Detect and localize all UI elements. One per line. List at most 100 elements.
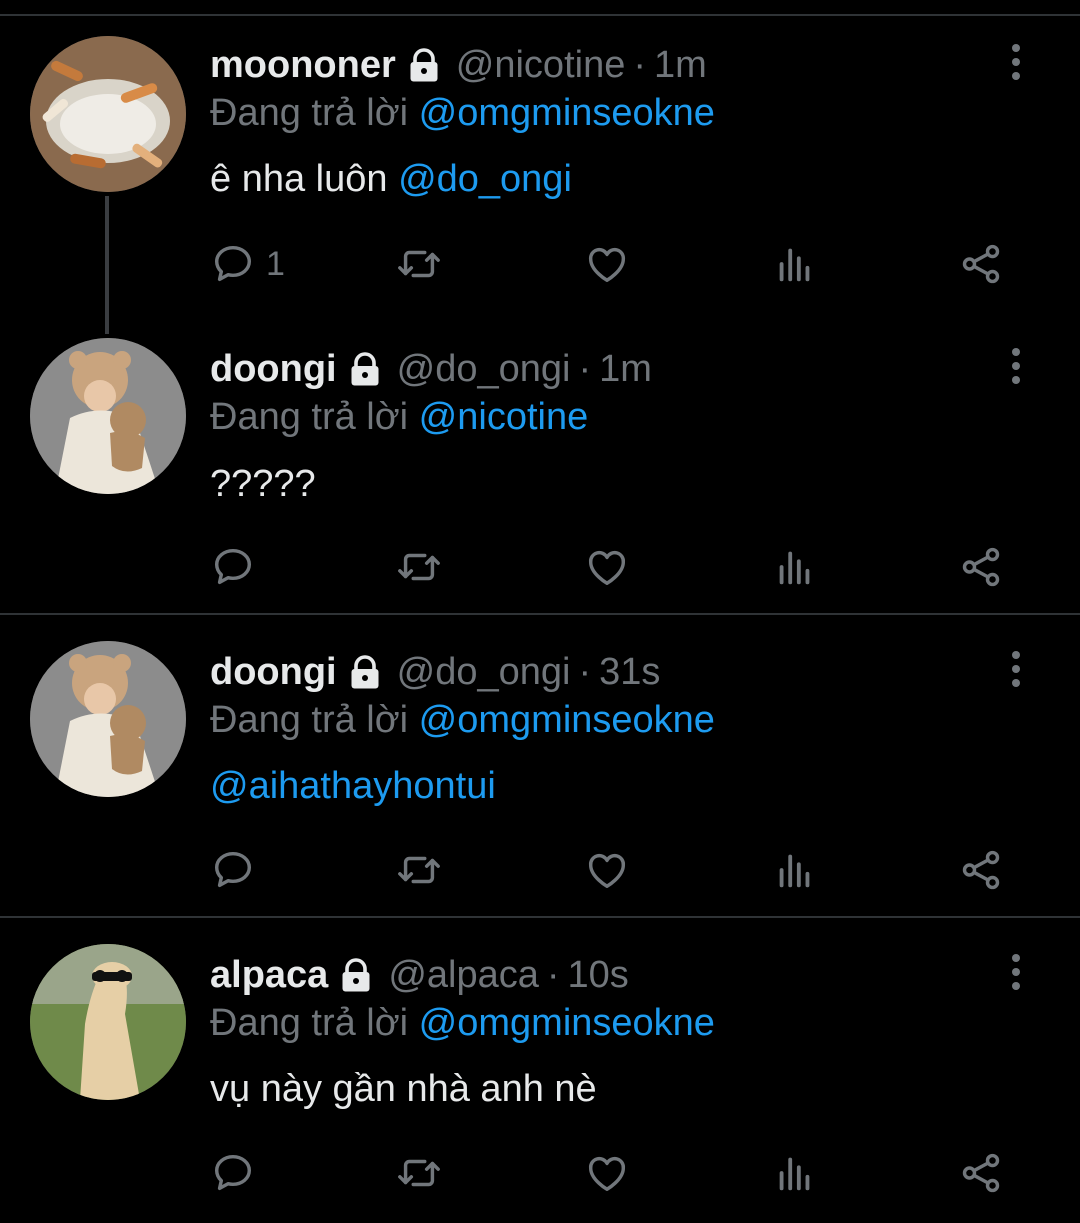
replying-prefix: Đang trả lời bbox=[210, 92, 409, 134]
reply-button[interactable] bbox=[210, 1148, 256, 1198]
like-button[interactable] bbox=[584, 1148, 630, 1198]
retweet-icon bbox=[398, 553, 440, 581]
tweet-text: vụ này gần nhà anh nè bbox=[210, 1068, 597, 1111]
user-handle[interactable]: @nicotine bbox=[456, 44, 626, 87]
retweet-icon bbox=[398, 856, 440, 884]
timestamp[interactable]: 1m bbox=[599, 348, 652, 391]
avatar[interactable] bbox=[30, 641, 186, 797]
display-name[interactable]: moononer bbox=[210, 44, 396, 87]
retweet-button[interactable] bbox=[396, 239, 442, 289]
avatar-image bbox=[30, 641, 186, 797]
views-icon bbox=[779, 248, 810, 282]
reply-icon bbox=[214, 548, 252, 585]
tweet-text-mention[interactable]: @do_ongi bbox=[398, 158, 572, 200]
share-button[interactable] bbox=[958, 542, 1004, 592]
separator-dot: · bbox=[578, 347, 592, 390]
action-bar bbox=[210, 845, 1030, 895]
tweet-text-mention[interactable]: @aihathayhontui bbox=[210, 765, 496, 807]
tweet-header: alpaca @alpaca · 10s bbox=[210, 947, 629, 1003]
action-bar bbox=[210, 1148, 1030, 1198]
separator-dot: · bbox=[633, 43, 646, 86]
reply-button[interactable] bbox=[210, 542, 256, 592]
avatar-image bbox=[30, 944, 186, 1100]
like-icon bbox=[588, 550, 626, 586]
user-handle[interactable]: @do_ongi bbox=[397, 348, 571, 391]
tweet-text: @aihathayhontui bbox=[210, 765, 496, 808]
views-icon bbox=[779, 1157, 810, 1191]
like-icon bbox=[588, 1156, 626, 1192]
avatar-image bbox=[30, 338, 186, 494]
share-button[interactable] bbox=[958, 845, 1004, 895]
tweet-text-content: ????? bbox=[210, 463, 316, 505]
display-name[interactable]: alpaca bbox=[210, 954, 328, 997]
more-icon[interactable] bbox=[996, 641, 1036, 697]
share-icon bbox=[962, 1153, 1000, 1193]
views-icon bbox=[779, 551, 810, 585]
retweet-icon bbox=[398, 1159, 440, 1187]
reply-count: 1 bbox=[266, 244, 285, 283]
share-button[interactable] bbox=[958, 239, 1004, 289]
tweet-text: ê nha luôn @do_ongi bbox=[210, 158, 572, 201]
retweet-button[interactable] bbox=[396, 1148, 442, 1198]
replying-to: Đang trả lời @omgminseokne bbox=[210, 699, 715, 742]
retweet-icon bbox=[398, 250, 440, 278]
lock-icon bbox=[410, 48, 438, 82]
tweet-text: ????? bbox=[210, 463, 316, 506]
avatar[interactable] bbox=[30, 338, 186, 494]
display-name[interactable]: doongi bbox=[210, 651, 337, 694]
replying-to-mention[interactable]: @omgminseokne bbox=[419, 92, 715, 134]
replying-to-mention[interactable]: @omgminseokne bbox=[419, 699, 715, 741]
share-icon bbox=[962, 850, 1000, 890]
more-icon[interactable] bbox=[996, 34, 1036, 90]
tweet-header: doongi @do_ongi · 31s bbox=[210, 644, 660, 700]
tweet-header: moononer @nicotine · 1m bbox=[210, 37, 707, 93]
like-button[interactable] bbox=[584, 845, 630, 895]
action-bar: 1 bbox=[210, 239, 1030, 289]
user-handle[interactable]: @alpaca bbox=[388, 954, 539, 997]
tweet-divider bbox=[0, 613, 1080, 615]
tweet-text-content: ê nha luôn bbox=[210, 158, 388, 200]
timestamp[interactable]: 10s bbox=[568, 954, 629, 997]
replying-prefix: Đang trả lời bbox=[210, 1002, 409, 1044]
share-icon bbox=[962, 547, 1000, 587]
views-button[interactable] bbox=[772, 542, 818, 592]
timestamp[interactable]: 1m bbox=[654, 44, 707, 87]
replying-to-mention[interactable]: @nicotine bbox=[419, 396, 589, 438]
views-icon bbox=[779, 854, 810, 888]
views-button[interactable] bbox=[772, 239, 818, 289]
more-icon[interactable] bbox=[996, 338, 1036, 394]
lock-icon bbox=[351, 352, 379, 386]
action-bar bbox=[210, 542, 1030, 592]
reply-icon bbox=[214, 851, 252, 888]
lock-icon bbox=[351, 655, 379, 689]
timestamp[interactable]: 31s bbox=[599, 651, 660, 694]
retweet-button[interactable] bbox=[396, 845, 442, 895]
share-button[interactable] bbox=[958, 1148, 1004, 1198]
separator-dot: · bbox=[578, 650, 592, 693]
display-name[interactable]: doongi bbox=[210, 348, 337, 391]
reply-button[interactable]: 1 bbox=[210, 239, 285, 289]
reply-icon bbox=[214, 1154, 252, 1191]
replying-prefix: Đang trả lời bbox=[210, 699, 409, 741]
views-button[interactable] bbox=[772, 845, 818, 895]
replying-to: Đang trả lời @omgminseokne bbox=[210, 92, 715, 135]
more-icon[interactable] bbox=[996, 944, 1036, 1000]
user-handle[interactable]: @do_ongi bbox=[397, 651, 571, 694]
like-button[interactable] bbox=[584, 239, 630, 289]
separator-dot: · bbox=[546, 953, 560, 996]
tweet-header: doongi @do_ongi · 1m bbox=[210, 341, 652, 397]
avatar[interactable] bbox=[30, 36, 186, 192]
replying-to: Đang trả lời @omgminseokne bbox=[210, 1002, 715, 1045]
retweet-button[interactable] bbox=[396, 542, 442, 592]
share-icon bbox=[962, 244, 1000, 284]
like-button[interactable] bbox=[584, 542, 630, 592]
reply-button[interactable] bbox=[210, 845, 256, 895]
top-divider bbox=[0, 14, 1080, 16]
reply-icon bbox=[214, 245, 252, 282]
lock-icon bbox=[342, 958, 370, 992]
replying-to-mention[interactable]: @omgminseokne bbox=[419, 1002, 715, 1044]
avatar[interactable] bbox=[30, 944, 186, 1100]
tweet-text-content: vụ này gần nhà anh nè bbox=[210, 1068, 597, 1110]
views-button[interactable] bbox=[772, 1148, 818, 1198]
replying-to: Đang trả lời @nicotine bbox=[210, 396, 588, 439]
